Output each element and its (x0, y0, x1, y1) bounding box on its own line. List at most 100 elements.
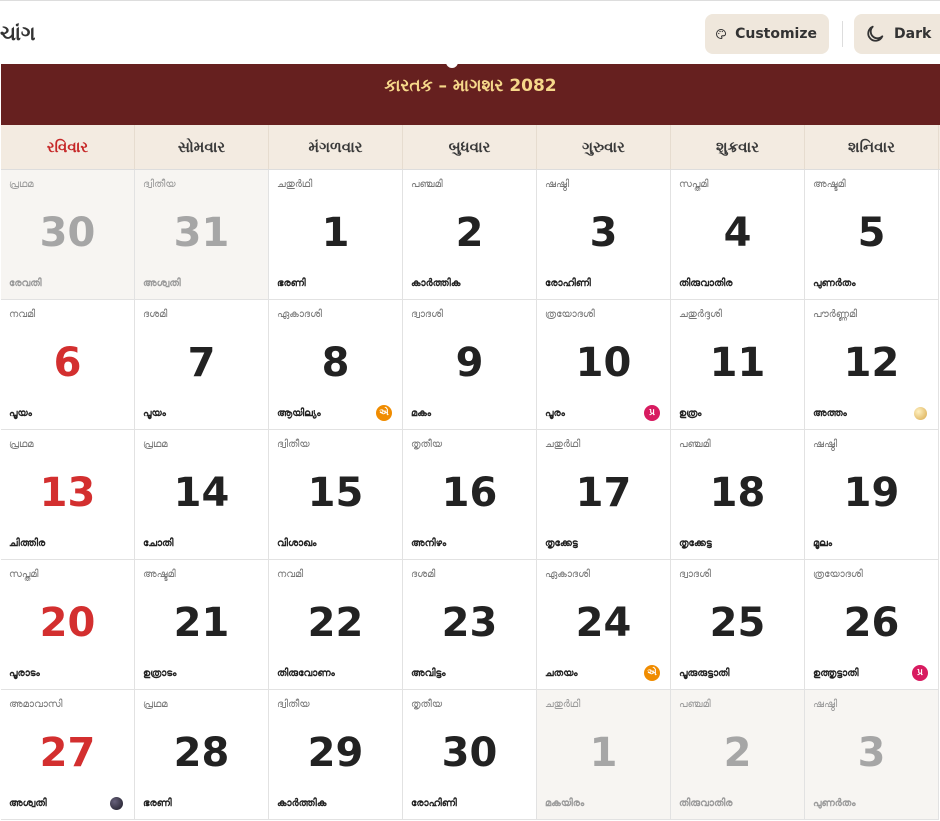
tithi-label: പഞ്ചമി (679, 439, 711, 450)
nakshatra-label: രോഹിണി (545, 278, 591, 289)
day-number: 29 (307, 730, 364, 776)
tithi-label: ഷഷ്ഠി (545, 179, 570, 190)
tithi-label: തൃതീയ (411, 699, 443, 710)
nakshatra-label: ആയില്യം (277, 408, 321, 419)
day-cell[interactable]: പ്രഥമ 28 ഭരണി (135, 690, 269, 820)
day-cell[interactable]: പ്രഥമ 30 രേവതി (1, 170, 135, 300)
new-moon-icon (110, 797, 123, 810)
nakshatra-label: ചിത്തിര (9, 538, 46, 549)
day-number: 23 (441, 600, 498, 646)
tithi-label: പഞ്ചമി (679, 699, 711, 710)
day-cell[interactable]: പഞ്ചമി 2 തിരുവാതിര (671, 690, 805, 820)
nakshatra-label: ഭരണി (143, 798, 172, 809)
nakshatra-label: അത്തം (813, 408, 847, 419)
tithi-label: ത്രയോദശി (813, 569, 863, 580)
day-number: 6 (53, 340, 82, 386)
nakshatra-label: തിരുവാതിര (679, 798, 733, 809)
day-cell[interactable]: അഷ്ടമി 21 ഉത്രാടം (135, 560, 269, 690)
day-cell[interactable]: തൃതീയ 16 അനിഴം (403, 430, 537, 560)
nakshatra-label: ചോതി (143, 538, 174, 549)
tithi-label: ചതുർഥി (277, 179, 313, 190)
day-cell[interactable]: ചതുർദ്ദശി 11 ഉത്രം (671, 300, 805, 430)
day-cell[interactable]: ഷഷ്ഠി 3 പുണർതം (805, 690, 939, 820)
day-cell[interactable]: ഷഷ്ഠി 19 മൂലം (805, 430, 939, 560)
dark-mode-button[interactable]: Dark (854, 14, 940, 54)
weekday-monday: સોમવાર (135, 125, 269, 169)
day-cell[interactable]: ദ്വിതീയ 31 അശ്വതി (135, 170, 269, 300)
day-number: 30 (39, 210, 96, 256)
day-number: 24 (575, 600, 632, 646)
day-number: 18 (709, 470, 766, 516)
day-cell[interactable]: ദശമി 23 അവിട്ടം (403, 560, 537, 690)
header-notch (446, 58, 458, 68)
tithi-label: അമാവാസി (9, 699, 63, 710)
tithi-label: പൗർണ്ണമി (813, 309, 858, 320)
day-number: 9 (455, 340, 484, 386)
day-cell[interactable]: ദ്വാദശി 25 പൂരുരുട്ടാതി (671, 560, 805, 690)
day-cell[interactable]: നവമി 6 പൂയം (1, 300, 135, 430)
tithi-label: നവമി (9, 309, 36, 320)
customize-button[interactable]: Customize (705, 14, 829, 54)
day-number: 20 (39, 600, 96, 646)
tithi-label: ചതുർഥി (545, 699, 581, 710)
tithi-label: ദശമി (411, 569, 436, 580)
palette-icon (716, 28, 727, 40)
tithi-label: അഷ്ടമി (143, 569, 176, 580)
weekday-sunday: રવિવાર (1, 125, 135, 169)
day-cell[interactable]: ഷഷ്ഠി 3 രോഹിണി (537, 170, 671, 300)
day-number: 5 (857, 210, 886, 256)
day-cell[interactable]: ഏകാദശി 8 ആയില്യം એ (269, 300, 403, 430)
nakshatra-label: ഉത്രാടം (143, 668, 177, 679)
day-number: 25 (709, 600, 766, 646)
day-cell[interactable]: നവമി 22 തിരുവോണം (269, 560, 403, 690)
tithi-label: ഷഷ്ഠി (813, 439, 838, 450)
day-cell[interactable]: ദ്വിതീയ 15 വിശാഖം (269, 430, 403, 560)
tithi-label: പ്രഥമ (9, 179, 34, 190)
day-cell[interactable]: ദശമി 7 പൂയം (135, 300, 269, 430)
tithi-label: ദ്വിതീയ (277, 699, 310, 710)
day-number: 31 (173, 210, 230, 256)
tithi-label: ഏകാദശി (277, 309, 322, 320)
nakshatra-label: രേവതി (9, 278, 42, 289)
day-cell[interactable]: സപ്തമി 20 പൂരാടം (1, 560, 135, 690)
festival-badge: એ (644, 665, 660, 681)
day-cell[interactable]: പ്രഥമ 14 ചോതി (135, 430, 269, 560)
day-cell[interactable]: ചതുർഥി 1 ഭരണി (269, 170, 403, 300)
dark-label: Dark (894, 26, 932, 42)
day-number: 21 (173, 600, 230, 646)
day-cell[interactable]: ഏകാദശി 24 ചതയം એ (537, 560, 671, 690)
day-cell[interactable]: ചതുർഥി 17 തൃക്കേട്ട (537, 430, 671, 560)
day-number: 12 (843, 340, 900, 386)
day-number: 28 (173, 730, 230, 776)
day-number: 1 (589, 730, 618, 776)
nakshatra-label: തിരുവാതിര (679, 278, 733, 289)
nakshatra-label: പൂരുരുട്ടാതി (679, 668, 730, 679)
day-number: 15 (307, 470, 364, 516)
day-cell[interactable]: ദ്വാദശി 9 മകം (403, 300, 537, 430)
day-cell[interactable]: പൗർണ്ണമി 12 അത്തം (805, 300, 939, 430)
day-cell[interactable]: പഞ്ചമി 2 കാർത്തിക (403, 170, 537, 300)
festival-badge: એ (376, 405, 392, 421)
day-number: 30 (441, 730, 498, 776)
nakshatra-label: മകം (411, 408, 432, 419)
day-cell[interactable]: ത്രയോദശി 10 പൂരം પ્ર (537, 300, 671, 430)
day-number: 4 (723, 210, 752, 256)
day-cell[interactable]: ചതുർഥി 1 മകയിരം (537, 690, 671, 820)
day-cell[interactable]: തൃതീയ 30 രോഹിണി (403, 690, 537, 820)
day-number: 22 (307, 600, 364, 646)
day-cell[interactable]: ത്രയോദശി 26 ഉത്തൃട്ടാതി પ્ર (805, 560, 939, 690)
day-number: 1 (321, 210, 350, 256)
tithi-label: പ്രഥമ (9, 439, 34, 450)
day-cell[interactable]: അഷ്ടമി 5 പുണർതം (805, 170, 939, 300)
tithi-label: പ്രഥമ (143, 439, 168, 450)
day-cell[interactable]: സപ്തമി 4 തിരുവാതിര (671, 170, 805, 300)
day-cell[interactable]: ദ്വിതീയ 29 കാർത്തിക (269, 690, 403, 820)
day-cell[interactable]: അമാവാസി 27 അശ്വതി (1, 690, 135, 820)
festival-badge: પ્ર (912, 665, 928, 681)
nakshatra-label: അനിഴം (411, 538, 447, 549)
weekday-saturday: શનિવાર (805, 125, 939, 169)
day-cell[interactable]: പഞ്ചമി 18 തൃക്കേട്ട (671, 430, 805, 560)
day-cell[interactable]: പ്രഥമ 13 ചിത്തിര (1, 430, 135, 560)
nakshatra-label: അശ്വതി (143, 278, 181, 289)
day-number: 13 (39, 470, 96, 516)
